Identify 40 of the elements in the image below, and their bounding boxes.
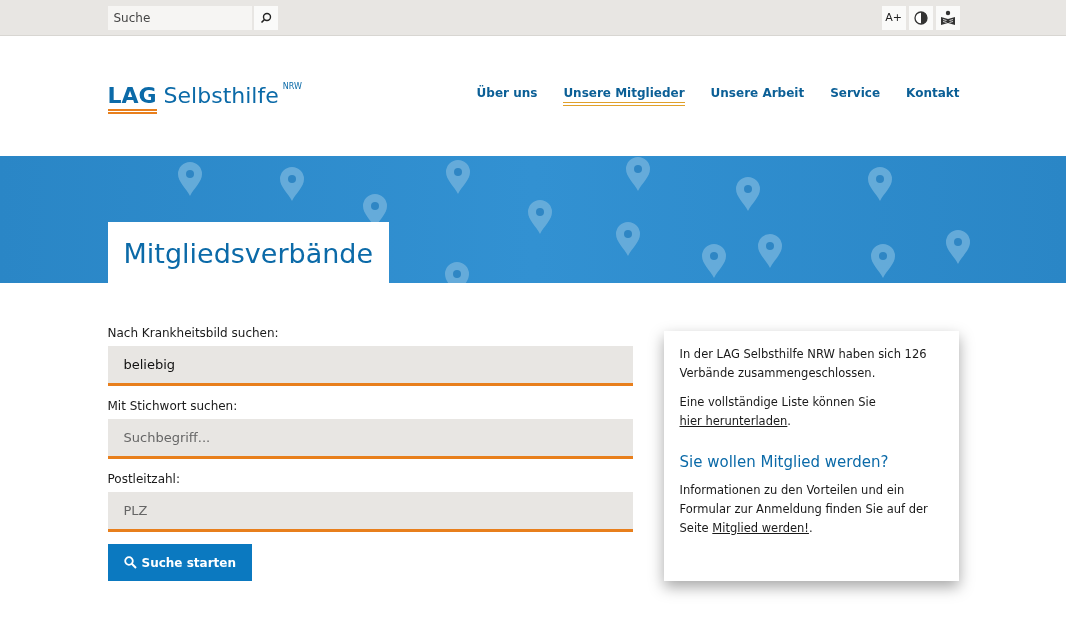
info-paragraph: Eine vollständige Liste können Sie hier herunterladen.: [679, 394, 877, 430]
contrast-button[interactable]: [908, 5, 933, 30]
field-label: Postleitzahl:: [107, 472, 181, 486]
info-heading: Sie wollen Mitglied werden?: [679, 453, 890, 471]
nav-link[interactable]: Über uns: [476, 86, 538, 106]
map-pin-icon: [871, 244, 895, 278]
map-pin-icon: [528, 200, 552, 234]
search-submit-button[interactable]: Suche starten: [107, 544, 252, 581]
page-title: Mitgliedsverbände: [107, 222, 390, 283]
input-field[interactable]: Suchbegriff...: [107, 419, 633, 459]
membership-link[interactable]: Mitglied werden!: [712, 521, 809, 535]
map-pin-icon: [868, 167, 892, 201]
nav-link[interactable]: Kontakt: [906, 86, 960, 106]
search-button[interactable]: [253, 5, 278, 30]
map-pin-icon: [280, 167, 304, 201]
search-icon: [259, 11, 272, 24]
map-pin-icon: [445, 262, 469, 283]
map-pin-icon: [446, 160, 470, 194]
map-pin-icon: [616, 222, 640, 256]
input-field[interactable]: beliebig: [107, 346, 633, 386]
field-label: Nach Krankheitsbild suchen:: [107, 326, 280, 340]
map-pin-icon: [626, 157, 650, 191]
nav-link[interactable]: Service: [830, 86, 881, 106]
map-pin-icon: [736, 177, 760, 211]
contrast-icon: [913, 10, 928, 25]
reading-person-icon: [939, 9, 956, 26]
info-paragraph: In der LAG Selbsthilfe NRW haben sich 126 Verbände zusammengeschlossen.: [679, 346, 928, 382]
easy-language-button[interactable]: [935, 5, 960, 30]
map-pin-icon: [946, 230, 970, 264]
info-paragraph: Informationen zu den Vorteilen und ein Formular zur Anmeldung finden Sie auf der Seite Mitglied werden!.: [679, 482, 929, 537]
search-field[interactable]: Suche: [107, 5, 252, 30]
nav-link[interactable]: Unsere Mitglieder: [563, 86, 685, 106]
map-pin-icon: [178, 162, 202, 196]
field-label: Mit Stichwort suchen:: [107, 399, 239, 413]
search-icon: [123, 556, 137, 569]
nav-link[interactable]: Unsere Arbeit: [710, 86, 805, 106]
map-pin-icon: [758, 234, 782, 268]
map-pin-icon: [702, 244, 726, 278]
input-field[interactable]: PLZ: [107, 492, 633, 532]
font-size-button[interactable]: A+: [881, 5, 906, 30]
